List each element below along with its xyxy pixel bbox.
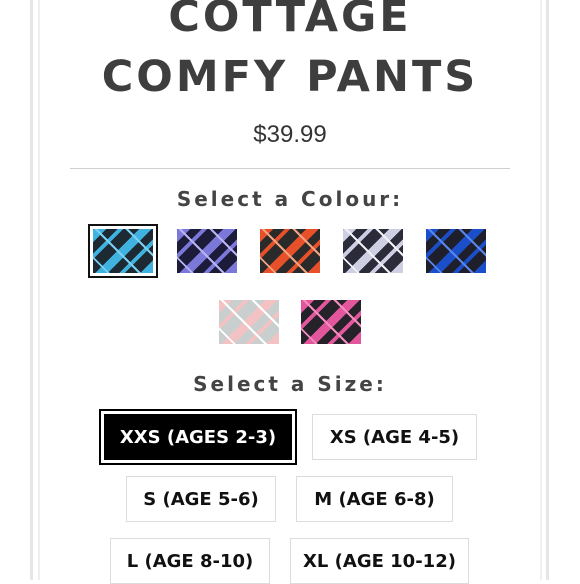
product-price: $39.99 [253,121,327,148]
swatch-image [343,229,403,273]
size-button-xl[interactable]: XL (AGE 10-12) [290,538,469,584]
size-button-s[interactable]: S (AGE 5-6) [126,476,276,522]
swatch-image [219,300,279,344]
colour-section-label: Select a Colour: [176,187,404,211]
swatch-image [177,229,237,273]
swatch-pink-black-plaid[interactable] [301,300,361,344]
swatch-image [260,229,320,273]
size-button-m[interactable]: M (AGE 6-8) [296,476,453,522]
swatch-purple-plaid[interactable] [177,229,237,273]
swatch-orange-plaid[interactable] [260,229,320,273]
swatch-image [301,300,361,344]
size-button-xxs[interactable]: XXS (AGES 2-3) [99,409,297,465]
size-button-xs[interactable]: XS (AGE 4-5) [312,414,477,460]
swatch-grey-plaid[interactable] [343,229,403,273]
divider [70,168,510,169]
swatch-blue-plaid[interactable] [426,229,486,273]
product-title-line-2: COMFY PANTS [101,52,479,102]
swatch-teal-plaid[interactable] [88,224,158,278]
product-title-line-1: COTTAGE [168,0,412,42]
swatch-pink-grey-plaid[interactable] [219,300,279,344]
size-section-label: Select a Size: [193,372,387,396]
swatch-image [426,229,486,273]
size-button-l[interactable]: L (AGE 8-10) [110,538,270,584]
swatch-image [93,229,153,273]
